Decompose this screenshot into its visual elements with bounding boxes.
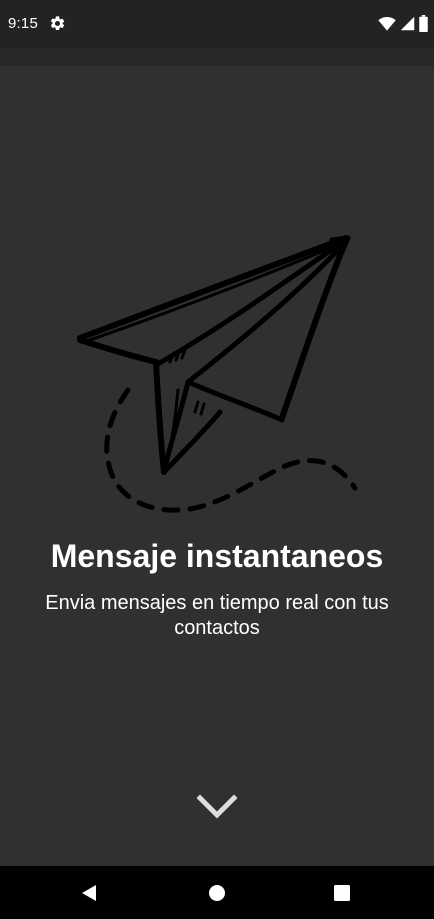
back-triangle-icon bbox=[82, 884, 96, 901]
battery-icon bbox=[419, 15, 428, 32]
recents-square-icon bbox=[334, 884, 350, 901]
paper-plane-icon bbox=[77, 235, 358, 513]
wifi-icon bbox=[378, 17, 396, 31]
gear-icon bbox=[50, 16, 65, 31]
status-icons bbox=[378, 15, 428, 32]
home-circle-icon bbox=[209, 884, 225, 901]
onboarding-title: Mensaje instantaneos bbox=[50, 538, 384, 574]
back-button[interactable] bbox=[49, 866, 129, 919]
cellular-signal-icon bbox=[400, 16, 415, 31]
chevron-down-icon[interactable] bbox=[194, 788, 240, 824]
status-time: 9:15 bbox=[8, 15, 38, 32]
recents-button[interactable] bbox=[302, 866, 382, 919]
onboarding-subtitle: Envia mensajes en tiempo real con tus co… bbox=[45, 592, 389, 639]
home-button[interactable] bbox=[177, 866, 257, 919]
status-bar: 9:15 bbox=[0, 0, 434, 48]
top-bar-strip bbox=[0, 48, 434, 66]
system-navigation-bar bbox=[0, 866, 434, 919]
onboarding-screen: 9:15 Mensaje instantaneos Envia mensajes… bbox=[0, 0, 434, 919]
